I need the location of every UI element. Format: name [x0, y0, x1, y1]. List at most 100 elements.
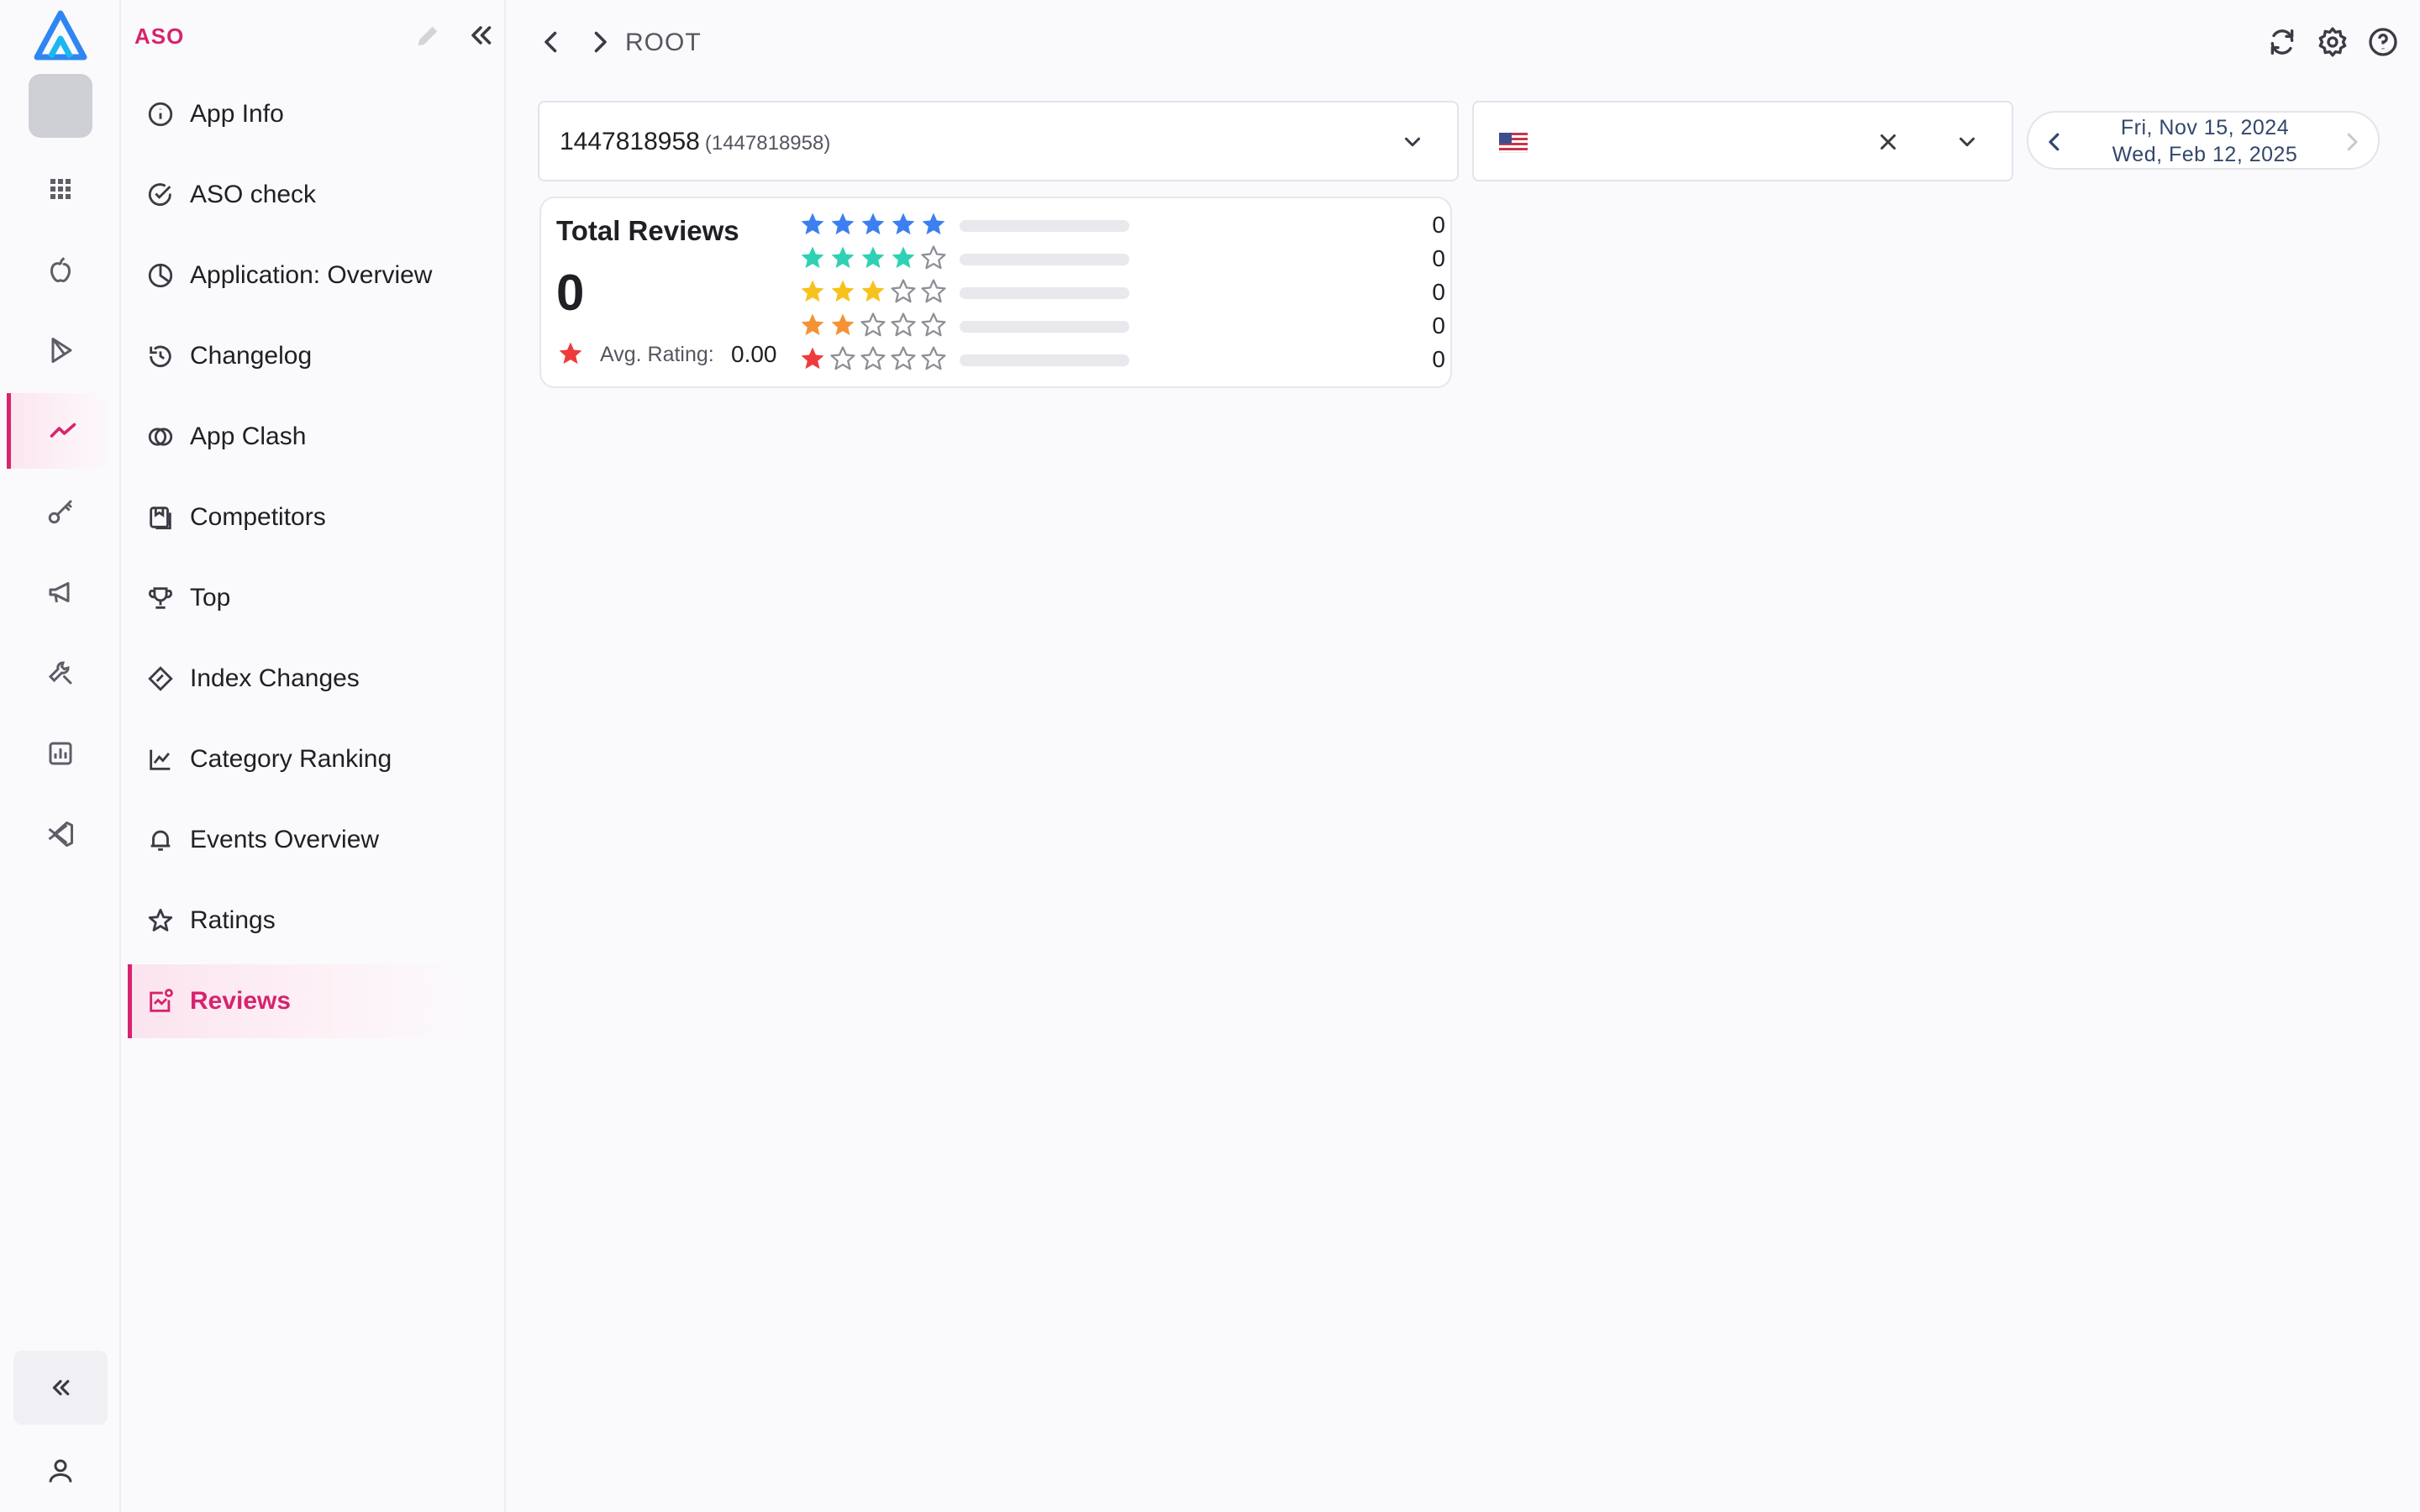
- total-reviews-card: Total Reviews 0 Avg. Rating: 0.00 0 0 0 …: [539, 197, 1452, 388]
- star-outline-icon: [921, 245, 946, 270]
- breadcrumb[interactable]: ROOT: [625, 29, 702, 57]
- rating-stars-1: [798, 344, 950, 375]
- card-title: Total Reviews: [556, 215, 739, 246]
- play-store-icon: [51, 338, 72, 363]
- pencil-icon[interactable]: [413, 22, 442, 50]
- rail-keywords[interactable]: [7, 474, 114, 549]
- user-profile-button[interactable]: [27, 1441, 94, 1500]
- rail-tools[interactable]: [7, 635, 114, 711]
- sidebar-item-label: Application: Overview: [190, 261, 433, 289]
- star-filled-icon: [922, 213, 945, 235]
- app-avatar[interactable]: [29, 74, 92, 138]
- star-outline-icon: [921, 279, 946, 303]
- competitors-icon: [150, 507, 171, 530]
- rating-bar: [960, 321, 1129, 333]
- sidebar-title: ASO: [134, 24, 185, 49]
- app-select-value: 1447818958 (1447818958): [560, 128, 830, 156]
- back-chevron-icon[interactable]: [536, 27, 566, 57]
- rail-integrations[interactable]: [7, 796, 114, 872]
- total-reviews-count: 0: [556, 265, 585, 321]
- rating-stars-5: [798, 210, 950, 240]
- rating-row-2: 0: [798, 311, 1445, 341]
- diamond-refresh-icon: [148, 666, 173, 691]
- sidebar-item-label: Index Changes: [190, 664, 360, 692]
- sidebar-item-application-overview[interactable]: Application: Overview: [128, 239, 484, 312]
- us-flag-icon: [1499, 133, 1528, 153]
- avg-rating-label: Avg. Rating:: [600, 343, 714, 366]
- star-filled-icon: [801, 280, 824, 302]
- chevron-down-icon[interactable]: [1954, 129, 1980, 155]
- avg-rating-value: 0.00: [731, 341, 777, 367]
- rail-apps-grid[interactable]: [7, 151, 114, 227]
- rating-count: 0: [1432, 245, 1445, 271]
- rail-campaigns[interactable]: [7, 554, 114, 630]
- star-filled-icon: [801, 347, 824, 370]
- star-filled-icon: [801, 313, 824, 336]
- top-bar: ROOT: [506, 0, 2420, 87]
- tools-icon: [48, 661, 72, 685]
- star-outline-icon: [830, 346, 855, 370]
- sidebar-item-competitors[interactable]: Competitors: [128, 480, 484, 554]
- collapse-sidebar-icon[interactable]: [466, 20, 496, 50]
- key-icon: [48, 500, 72, 524]
- sidebar-item-label: ASO check: [190, 181, 317, 208]
- rail-aso[interactable]: [7, 393, 114, 469]
- sidebar-item-label: App Info: [190, 100, 284, 128]
- sidebar-item-top[interactable]: Top: [128, 561, 484, 635]
- star-filled-icon: [831, 213, 855, 235]
- gear-icon[interactable]: [2316, 25, 2349, 59]
- rail-app-store[interactable]: [7, 232, 114, 307]
- sidebar-item-app-info[interactable]: App Info: [128, 77, 484, 151]
- sidebar-item-ratings[interactable]: Ratings: [128, 884, 484, 958]
- overlap-circles-icon: [148, 428, 173, 446]
- star-outline-icon: [921, 312, 946, 337]
- star-outline-icon: [921, 346, 946, 370]
- grid-icon: [50, 179, 71, 199]
- rail-collapse-button[interactable]: [13, 1351, 108, 1425]
- star-filled-icon: [861, 213, 885, 235]
- rating-count: 0: [1432, 279, 1445, 305]
- date-range-end: Wed, Feb 12, 2025: [2112, 143, 2298, 166]
- megaphone-icon: [49, 582, 70, 603]
- star-outline-icon: [148, 908, 173, 932]
- rail-google-play[interactable]: [7, 312, 114, 388]
- sidebar-item-index-changes[interactable]: Index Changes: [128, 642, 484, 716]
- history-icon: [150, 345, 171, 368]
- sidebar-item-label: Changelog: [190, 342, 313, 370]
- date-range-start: Fri, Nov 15, 2024: [2120, 116, 2290, 139]
- app-select-label: 1447818958: [560, 128, 700, 155]
- country-select[interactable]: [1472, 101, 2013, 181]
- bar-chart-icon: [49, 742, 72, 765]
- close-icon[interactable]: [1876, 129, 1901, 155]
- info-icon: [148, 102, 173, 127]
- previous-period-icon[interactable]: [2042, 129, 2067, 155]
- rail-reports[interactable]: [7, 716, 114, 791]
- refresh-icon[interactable]: [2265, 25, 2299, 59]
- section-sidebar: ASO App Info ASO check Application: Over…: [121, 0, 506, 1512]
- forward-chevron-icon[interactable]: [585, 27, 615, 57]
- check-circle-icon: [148, 183, 171, 207]
- sidebar-item-changelog[interactable]: Changelog: [128, 319, 484, 393]
- sidebar-item-label: Events Overview: [190, 826, 380, 853]
- sidebar-item-category-ranking[interactable]: Category Ranking: [128, 722, 484, 796]
- sidebar-item-label: Category Ranking: [190, 745, 392, 773]
- rating-bar: [960, 354, 1129, 366]
- sidebar-item-aso-check[interactable]: ASO check: [128, 158, 484, 232]
- star-filled-icon: [892, 213, 915, 235]
- app-select[interactable]: 1447818958 (1447818958): [538, 101, 1459, 181]
- chevron-down-icon[interactable]: [1400, 129, 1425, 155]
- help-icon[interactable]: [2366, 25, 2400, 59]
- star-outline-icon: [860, 312, 886, 337]
- star-outline-icon: [860, 346, 886, 370]
- date-range-picker[interactable]: Fri, Nov 15, 2024 Wed, Feb 12, 2025: [2027, 111, 2380, 170]
- star-filled-icon: [861, 246, 885, 269]
- star-outline-icon: [891, 312, 916, 337]
- brand-logo-icon[interactable]: [32, 8, 89, 62]
- next-period-icon[interactable]: [2339, 129, 2365, 155]
- star-filled-icon: [801, 213, 824, 235]
- sidebar-item-reviews[interactable]: Reviews: [128, 964, 484, 1038]
- sidebar-item-events-overview[interactable]: Events Overview: [128, 803, 484, 877]
- app-select-id: (1447818958): [704, 132, 831, 155]
- sidebar-item-app-clash[interactable]: App Clash: [128, 400, 484, 474]
- sidebar-item-label: App Clash: [190, 423, 307, 450]
